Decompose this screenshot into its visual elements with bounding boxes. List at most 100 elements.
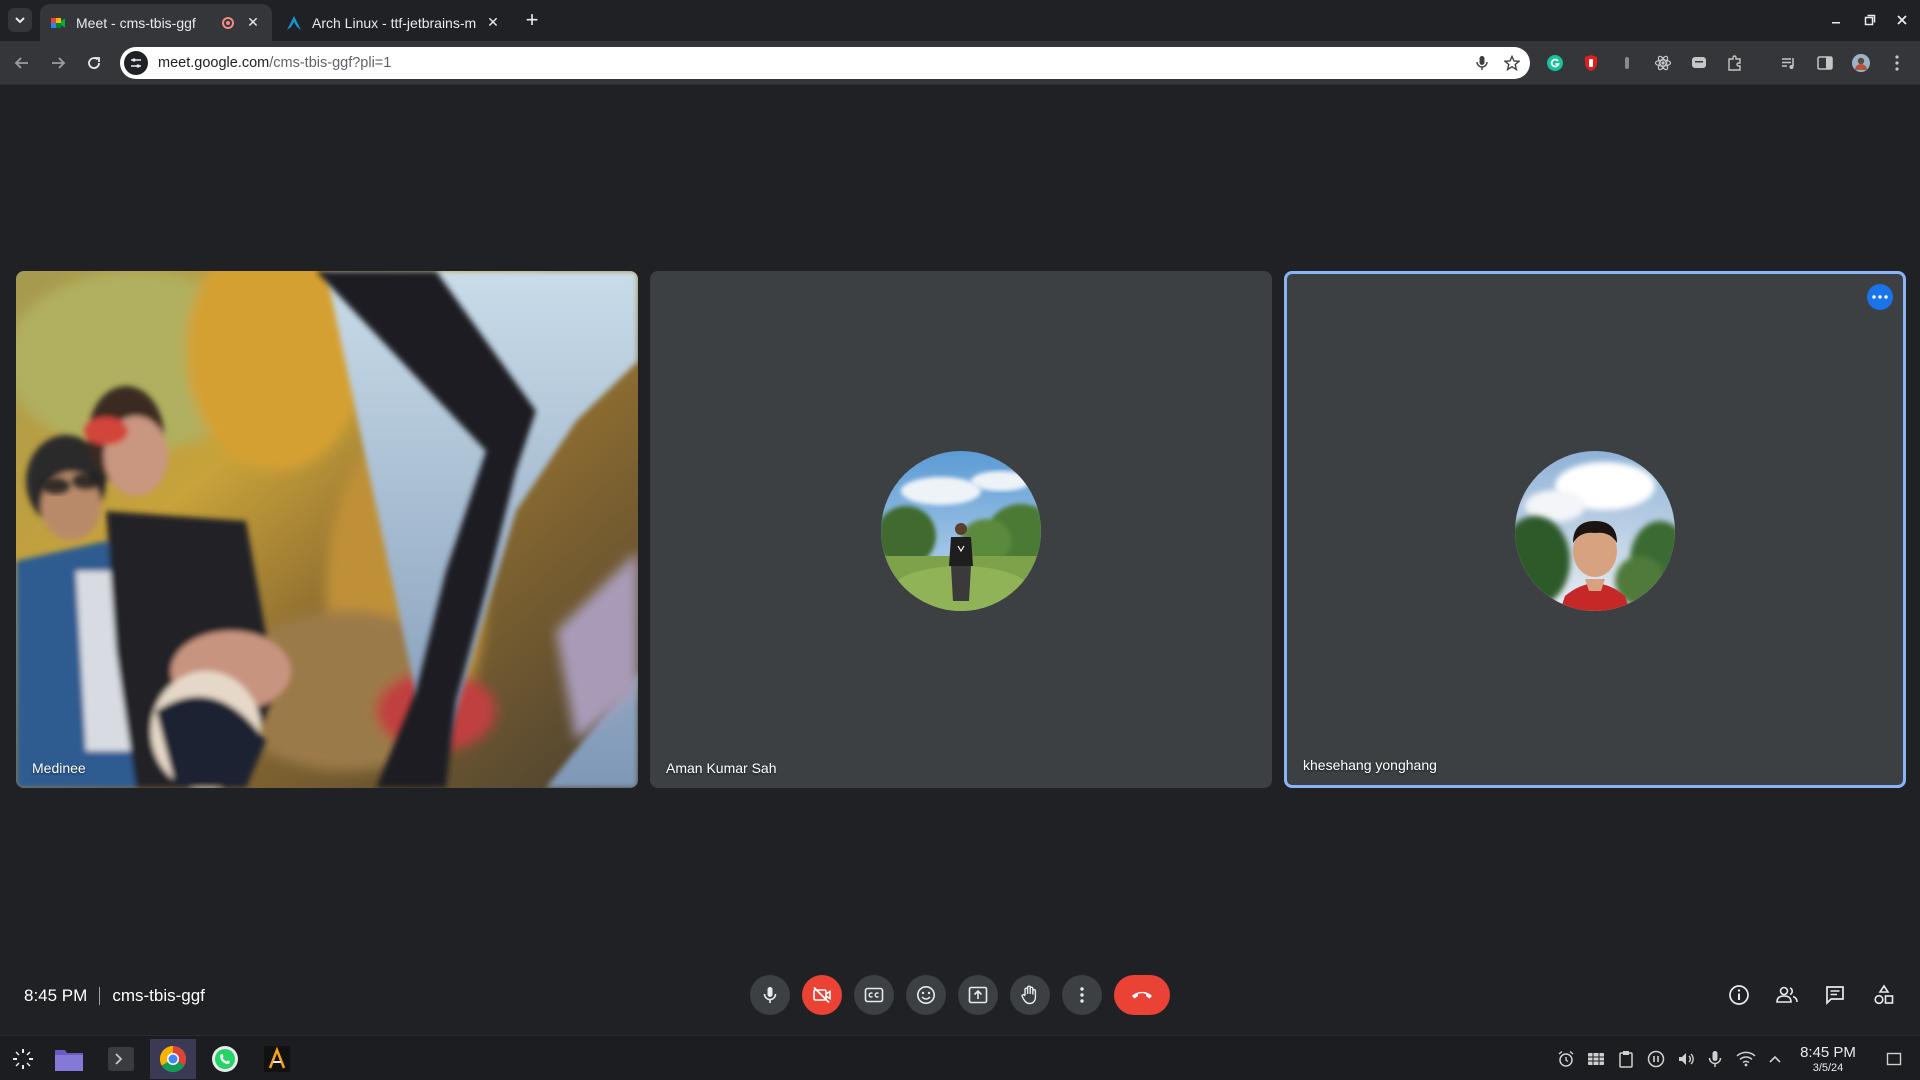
os-taskbar: 8:45 PM 3/5/24 <box>0 1035 1920 1080</box>
participant-options-button[interactable] <box>1867 284 1893 310</box>
terminal-icon <box>108 1047 134 1071</box>
emoji-smile-icon <box>917 986 935 1004</box>
activities-button[interactable] <box>1868 979 1900 1011</box>
extensions-button[interactable] <box>1724 52 1746 74</box>
grammarly-extension[interactable] <box>1544 52 1566 74</box>
keyboard-grid-icon <box>1588 1053 1604 1065</box>
tab-title: Arch Linux - ttf-jetbrains-m <box>312 14 477 31</box>
google-meet-icon <box>51 17 65 28</box>
meeting-details-button[interactable] <box>1723 979 1755 1011</box>
clock-time: 8:45 PM <box>1800 1044 1856 1061</box>
side-panel-button[interactable] <box>1814 52 1836 74</box>
back-button[interactable] <box>10 51 34 75</box>
leave-call-button[interactable] <box>1114 975 1170 1015</box>
participant-name: khesehang yonghang <box>1303 757 1437 773</box>
profile-avatar-icon <box>1852 54 1870 72</box>
present-screen-button[interactable] <box>958 975 998 1015</box>
media-control-button[interactable] <box>1778 52 1800 74</box>
bolt-icon <box>1625 57 1629 69</box>
tab-meet[interactable]: Meet - cms-tbis-ggf ✕ <box>40 4 272 41</box>
bookmark-button[interactable] <box>1502 53 1522 73</box>
tray-alarm[interactable] <box>1556 1049 1576 1069</box>
info-icon <box>1729 985 1749 1005</box>
taskbar-app-files[interactable] <box>46 1039 92 1079</box>
pause-circle-icon <box>1647 1050 1665 1068</box>
taskbar-app-whatsapp[interactable] <box>202 1039 248 1079</box>
more-options-button[interactable] <box>1062 975 1102 1015</box>
url-path: /cms-tbis-ggf?pli=1 <box>269 55 392 71</box>
microphone-toggle-button[interactable] <box>750 975 790 1015</box>
arch-linux-icon <box>287 15 301 30</box>
meeting-time: 8:45 PM <box>24 986 88 1005</box>
restore-icon <box>1864 14 1876 26</box>
camera-toggle-button[interactable] <box>802 975 842 1015</box>
call-end-icon <box>1132 991 1152 999</box>
participant-tile-avatar[interactable]: Aman Kumar Sah <box>650 271 1272 788</box>
taskbar-app-terminal[interactable] <box>98 1039 144 1079</box>
message-square-icon <box>1692 57 1706 68</box>
meet-stage: Medinee Aman Kumar Sah khesehang yonghan… <box>0 86 1920 1070</box>
playlist-music-icon <box>1782 58 1794 69</box>
microphone-icon <box>763 987 777 1003</box>
tab-search-button[interactable] <box>8 8 32 32</box>
address-bar[interactable]: meet.google.com/cms-tbis-ggf?pli=1 <box>120 47 1530 79</box>
chat-extension[interactable] <box>1688 52 1710 74</box>
taskbar-app-unknown[interactable] <box>254 1039 300 1079</box>
captions-button[interactable] <box>854 975 894 1015</box>
desktop-icon <box>1886 1052 1902 1066</box>
browser-toolbar: meet.google.com/cms-tbis-ggf?pli=1 <box>0 41 1920 85</box>
show-desktop-button[interactable] <box>1884 1049 1904 1069</box>
site-info-button[interactable] <box>124 51 148 75</box>
chat-button[interactable] <box>1819 979 1851 1011</box>
minimize-window-button[interactable] <box>1826 10 1846 30</box>
tray-clipboard[interactable] <box>1616 1049 1636 1069</box>
tray-volume[interactable] <box>1676 1049 1696 1069</box>
reload-button[interactable] <box>82 51 106 75</box>
raise-hand-button[interactable] <box>1010 975 1050 1015</box>
microphone-icon <box>1708 1051 1722 1067</box>
app-a-icon <box>264 1046 290 1072</box>
more-horizontal-icon <box>1872 295 1888 299</box>
close-tab-icon[interactable]: ✕ <box>484 14 502 32</box>
adblock-extension[interactable] <box>1580 52 1602 74</box>
activities-shapes-icon <box>1874 984 1894 1005</box>
close-window-button[interactable] <box>1892 10 1912 30</box>
close-tab-icon[interactable]: ✕ <box>244 14 262 32</box>
tune-icon <box>131 58 141 68</box>
profile-button[interactable] <box>1850 52 1872 74</box>
tray-expand[interactable] <box>1765 1049 1785 1069</box>
closed-captions-icon <box>864 987 884 1003</box>
participant-tile-active-speaker[interactable]: khesehang yonghang <box>1284 271 1906 788</box>
tab-arch-linux[interactable]: Arch Linux - ttf-jetbrains-m ✕ <box>276 4 512 41</box>
forward-button[interactable] <box>46 51 70 75</box>
extension-mini[interactable] <box>1616 52 1638 74</box>
react-devtools-extension[interactable] <box>1652 52 1674 74</box>
taskbar-clock[interactable]: 8:45 PM 3/5/24 <box>1788 1044 1868 1074</box>
app-launcher-button[interactable] <box>0 1039 46 1079</box>
minimize-icon <box>1832 22 1840 24</box>
participant-tile-video[interactable]: Medinee <box>16 271 638 788</box>
arrow-right-icon <box>52 57 66 69</box>
react-atom-icon <box>1654 55 1672 71</box>
restore-window-button[interactable] <box>1860 10 1880 30</box>
participant-avatar <box>881 451 1041 611</box>
tray-microphone[interactable] <box>1705 1049 1725 1069</box>
recording-indicator-icon <box>222 16 234 29</box>
tray-wifi[interactable] <box>1736 1049 1756 1069</box>
new-tab-button[interactable]: + <box>520 7 544 32</box>
divider <box>99 987 101 1005</box>
voice-search-button[interactable] <box>1472 53 1492 73</box>
arrow-left-icon <box>14 57 28 69</box>
browser-menu-button[interactable] <box>1886 52 1908 74</box>
participant-name: Aman Kumar Sah <box>666 760 777 776</box>
meeting-code: cms-tbis-ggf <box>112 986 205 1005</box>
grammarly-icon <box>1547 55 1563 71</box>
close-icon <box>1897 15 1907 25</box>
more-vertical-icon <box>1895 55 1899 71</box>
taskbar-app-chrome[interactable] <box>150 1039 196 1079</box>
reactions-button[interactable] <box>906 975 946 1015</box>
tray-media-pause[interactable] <box>1646 1049 1666 1069</box>
people-button[interactable] <box>1771 979 1803 1011</box>
tray-keyboard[interactable] <box>1586 1049 1606 1069</box>
chevron-down-icon <box>15 17 25 24</box>
